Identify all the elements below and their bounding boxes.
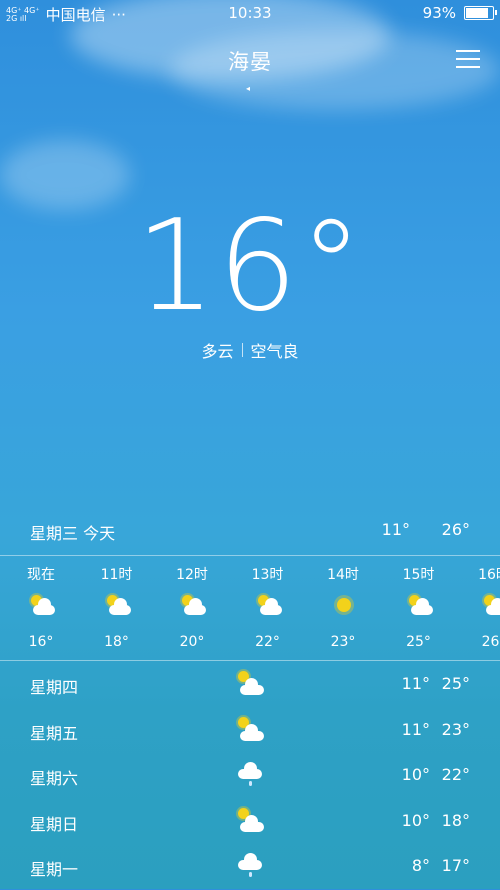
daily-icon-slot [236, 852, 264, 878]
current-condition: 多云 空气良 [0, 338, 500, 362]
partly-cloudy-icon [236, 807, 264, 833]
divider [0, 555, 500, 556]
partly-cloudy-icon [407, 594, 433, 616]
daily-high: 23° [441, 719, 470, 739]
battery-icon [464, 6, 497, 20]
hourly-forecast[interactable]: 现在 16° 11时 18° 12时 20° 13时 22° 14时 23° 15时 25° 16时 26… [0, 560, 500, 660]
daily-row[interactable]: 星期五 11° 23° [0, 708, 500, 754]
hourly-item: 14时 23° [313, 560, 373, 660]
battery-percent: 93% [422, 4, 456, 22]
partly-cloudy-icon [29, 594, 55, 616]
daily-day-name: 星期六 [30, 769, 79, 789]
daily-high: 22° [441, 765, 470, 785]
today-low: 11° [381, 520, 410, 539]
hourly-temp: 26° [481, 634, 500, 650]
hourly-icon-slot [482, 594, 500, 616]
hourly-icon-slot [29, 594, 55, 616]
daily-day-name: 星期四 [30, 678, 79, 697]
rain-icon [236, 852, 264, 878]
daily-low: 11° [401, 674, 430, 693]
hourly-icon-slot [407, 594, 433, 616]
daily-low: 8° [411, 856, 430, 876]
partly-cloudy-icon [256, 594, 282, 616]
hourly-temp: 20° [179, 634, 205, 650]
daily-day-name: 星期日 [30, 814, 79, 834]
hourly-item: 13时 22° [238, 560, 298, 660]
divider [0, 660, 500, 661]
hourly-time: 13时 [251, 567, 284, 583]
daily-high: 25° [441, 674, 470, 693]
daily-icon-slot [236, 807, 264, 833]
hourly-item: 11时 18° [87, 560, 147, 660]
hourly-item: 现在 16° [11, 560, 71, 660]
status-bar: 4G⁺ 4G⁺ 2G ıll 中国电信 ··· 10:33 93% [0, 0, 500, 26]
today-high: 26° [441, 520, 470, 539]
daily-high: 18° [441, 810, 470, 830]
status-right: 93% [422, 4, 497, 22]
daily-icon-slot [236, 761, 264, 787]
hourly-temp: 25° [406, 634, 431, 650]
partly-cloudy-icon [236, 670, 264, 696]
daily-day-name: 星期一 [30, 860, 79, 880]
partly-cloudy-icon [180, 594, 206, 616]
city-title[interactable]: 海晏 [0, 46, 500, 76]
hourly-icon-slot [105, 594, 131, 616]
partly-cloudy-icon [105, 594, 131, 616]
hourly-icon-slot [331, 594, 357, 616]
hourly-temp: 16° [28, 634, 54, 650]
hourly-item: 16时 26° [464, 560, 500, 660]
menu-icon[interactable] [456, 50, 480, 68]
hourly-time: 15时 [402, 567, 435, 583]
daily-icon-slot [236, 716, 264, 742]
daily-low: 10° [401, 810, 430, 830]
hourly-time: 现在 [27, 567, 55, 583]
partly-cloudy-icon [236, 716, 264, 742]
hourly-time: 12时 [176, 567, 208, 583]
hourly-temp: 18° [104, 634, 129, 650]
hourly-time: 11时 [100, 567, 133, 583]
rain-icon [236, 761, 264, 787]
condition-separator [241, 343, 243, 357]
sunny-icon [331, 594, 357, 616]
partly-cloudy-icon [482, 594, 500, 616]
today-summary: 星期三 今天 11° 26° [30, 520, 470, 544]
hourly-item: 15时 25° [389, 560, 449, 660]
location-arrow-icon: ◂ [246, 84, 251, 93]
hourly-icon-slot [256, 594, 282, 616]
hourly-icon-slot [180, 594, 206, 616]
daily-row[interactable]: 星期六 10° 22° [0, 753, 500, 799]
condition-text: 多云 [201, 342, 234, 361]
current-temperature: 16° [135, 192, 365, 339]
today-label: 星期三 今天 [30, 524, 116, 543]
hourly-temp: 23° [330, 634, 356, 650]
daily-row[interactable]: 星期日 10° 18° [0, 799, 500, 845]
daily-high: 17° [441, 856, 470, 876]
daily-low: 11° [401, 719, 430, 739]
daily-day-name: 星期五 [30, 723, 79, 743]
battery-fill [466, 8, 489, 18]
daily-row[interactable]: 星期四 11° 25° [0, 662, 500, 708]
daily-row[interactable]: 星期一 8° 17° [0, 844, 500, 890]
air-quality-text[interactable]: 空气良 [251, 338, 299, 362]
hourly-time: 14时 [327, 567, 359, 583]
hourly-temp: 22° [255, 634, 280, 650]
daily-icon-slot [236, 670, 264, 696]
hourly-item: 12时 20° [162, 560, 222, 660]
daily-low: 10° [401, 765, 430, 785]
hourly-time: 16时 [478, 567, 500, 583]
